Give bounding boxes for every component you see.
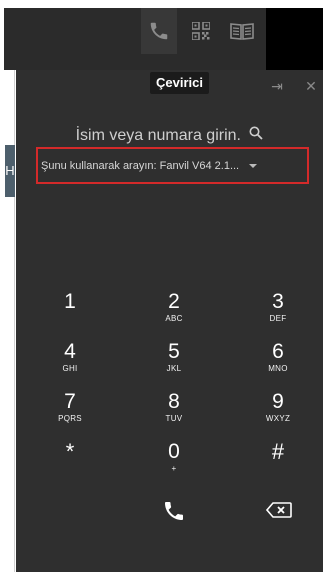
key-digit: # bbox=[271, 439, 285, 464]
tab-qr-code[interactable] bbox=[186, 8, 216, 54]
key-letters: PQRS bbox=[58, 414, 82, 423]
panel-tools: ⇥ ✕ bbox=[269, 78, 323, 95]
search-icon[interactable] bbox=[249, 126, 264, 145]
key-2[interactable]: 2 ABC bbox=[134, 290, 214, 336]
key-0[interactable]: 0 + bbox=[134, 440, 214, 486]
key-8[interactable]: 8 TUV bbox=[134, 390, 214, 436]
pin-icon[interactable]: ⇥ bbox=[269, 78, 285, 95]
key-letters: TUV bbox=[165, 414, 183, 423]
key-letters: JKL bbox=[166, 364, 182, 373]
qr-code-icon bbox=[192, 22, 210, 40]
key-6[interactable]: 6 MNO bbox=[238, 340, 318, 386]
key-letters: ABC bbox=[165, 314, 183, 323]
key-digit: 7 bbox=[64, 390, 76, 413]
key-1[interactable]: 1 bbox=[30, 290, 110, 336]
search-field[interactable]: İsim veya numara girin. bbox=[16, 126, 323, 145]
call-via-label: Şunu kullanarak arayın: Fanvil V64 2.1..… bbox=[41, 159, 240, 172]
key-digit: 1 bbox=[64, 290, 76, 313]
key-letters: GHI bbox=[62, 364, 78, 373]
tab-dialer[interactable] bbox=[141, 8, 177, 54]
key-digit: 5 bbox=[168, 340, 180, 363]
phone-call-icon bbox=[165, 502, 183, 520]
key-letters: + bbox=[171, 464, 177, 473]
key-star[interactable]: * bbox=[30, 440, 110, 486]
top-bar-corner bbox=[266, 8, 323, 70]
key-digit: 6 bbox=[272, 340, 284, 363]
close-icon[interactable]: ✕ bbox=[303, 78, 319, 95]
key-4[interactable]: 4 GHI bbox=[30, 340, 110, 386]
dialer-panel: ⇥ ✕ İsim veya numara girin. Şunu kullana… bbox=[16, 70, 323, 572]
key-digit: 3 bbox=[272, 290, 284, 313]
key-7[interactable]: 7 PQRS bbox=[30, 390, 110, 436]
key-digit: 2 bbox=[168, 290, 180, 313]
book-icon bbox=[230, 23, 254, 40]
call-via-dropdown[interactable]: Şunu kullanarak arayın: Fanvil V64 2.1..… bbox=[36, 147, 309, 184]
call-button[interactable] bbox=[159, 496, 189, 526]
tooltip-dialer: Çevirici bbox=[150, 72, 209, 94]
search-placeholder: İsim veya numara girin. bbox=[75, 126, 241, 144]
key-digit: 0 bbox=[168, 440, 180, 463]
key-letters: MNO bbox=[268, 364, 288, 373]
key-digit: * bbox=[65, 439, 75, 464]
key-3[interactable]: 3 DEF bbox=[238, 290, 318, 336]
key-9[interactable]: 9 WXYZ bbox=[238, 390, 318, 436]
key-letters: DEF bbox=[269, 314, 287, 323]
key-hash[interactable]: # bbox=[238, 440, 318, 486]
backspace-icon bbox=[266, 502, 292, 518]
key-digit: 4 bbox=[64, 340, 76, 363]
dialer-window: H ⇥ ✕ İsim veya numara girin. Şunu kulla… bbox=[0, 0, 323, 576]
phone-icon bbox=[150, 22, 168, 40]
key-5[interactable]: 5 JKL bbox=[134, 340, 214, 386]
side-tab[interactable]: H bbox=[5, 145, 15, 197]
key-digit: 8 bbox=[168, 390, 180, 413]
chevron-down-icon bbox=[249, 163, 258, 168]
backspace-button[interactable] bbox=[264, 499, 294, 521]
key-letters: WXYZ bbox=[265, 414, 291, 423]
key-digit: 9 bbox=[272, 390, 284, 413]
tab-contacts[interactable] bbox=[227, 8, 257, 54]
